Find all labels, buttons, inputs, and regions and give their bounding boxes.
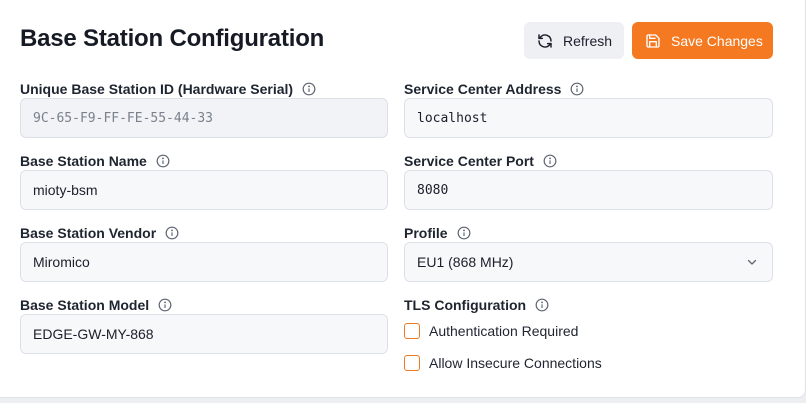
allow-insecure-checkbox[interactable] (404, 355, 420, 371)
base-station-vendor-input[interactable]: Miromico (20, 242, 388, 282)
base-station-model-label-text: Base Station Model (20, 297, 150, 313)
info-icon[interactable] (165, 226, 179, 240)
authentication-required-option[interactable]: Authentication Required (404, 323, 578, 339)
allow-insecure-option[interactable]: Allow Insecure Connections (404, 355, 602, 371)
tls-configuration-label-text: TLS Configuration (404, 297, 527, 313)
info-icon[interactable] (156, 154, 170, 168)
chevron-down-icon (747, 259, 757, 265)
base-station-id-field: 9C-65-F9-FF-FE-55-44-33 (20, 98, 388, 138)
service-center-port-label: Service Center Port (404, 153, 557, 169)
refresh-button[interactable]: Refresh (524, 22, 624, 59)
profile-select[interactable]: EU1 (868 MHz) (404, 242, 773, 282)
info-icon[interactable] (457, 226, 471, 240)
save-button-label: Save Changes (671, 32, 763, 49)
profile-label: Profile (404, 225, 471, 241)
info-icon[interactable] (302, 82, 316, 96)
info-icon[interactable] (543, 154, 557, 168)
service-center-port-input[interactable]: 8080 (404, 170, 773, 210)
service-center-address-label: Service Center Address (404, 81, 584, 97)
base-station-vendor-label-text: Base Station Vendor (20, 225, 157, 241)
service-center-address-label-text: Service Center Address (404, 81, 562, 97)
config-card: Base Station Configuration Refresh Save … (0, 0, 806, 398)
allow-insecure-label: Allow Insecure Connections (429, 355, 602, 371)
service-center-port-label-text: Service Center Port (404, 153, 534, 169)
save-changes-button[interactable]: Save Changes (632, 22, 773, 59)
info-icon[interactable] (158, 298, 172, 312)
tls-configuration-label: TLS Configuration (404, 297, 549, 313)
base-station-vendor-label: Base Station Vendor (20, 225, 179, 241)
base-station-model-input[interactable]: EDGE-GW-MY-868 (20, 314, 388, 354)
page-title: Base Station Configuration (20, 25, 325, 52)
base-station-id-label-text: Unique Base Station ID (Hardware Serial) (20, 81, 294, 97)
authentication-required-label: Authentication Required (429, 323, 579, 339)
profile-select-value: EU1 (868 MHz) (417, 254, 514, 270)
profile-label-text: Profile (404, 225, 448, 241)
info-icon[interactable] (535, 298, 549, 312)
refresh-button-label: Refresh (563, 32, 613, 49)
base-station-name-label: Base Station Name (20, 153, 170, 169)
authentication-required-checkbox[interactable] (404, 323, 420, 339)
base-station-model-label: Base Station Model (20, 297, 172, 313)
info-icon[interactable] (570, 82, 584, 96)
base-station-name-input[interactable]: mioty-bsm (20, 170, 388, 210)
service-center-address-input[interactable]: localhost (404, 98, 773, 138)
base-station-id-label: Unique Base Station ID (Hardware Serial) (20, 81, 316, 97)
base-station-name-label-text: Base Station Name (20, 153, 147, 169)
save-icon (646, 33, 660, 48)
refresh-icon (538, 33, 552, 48)
